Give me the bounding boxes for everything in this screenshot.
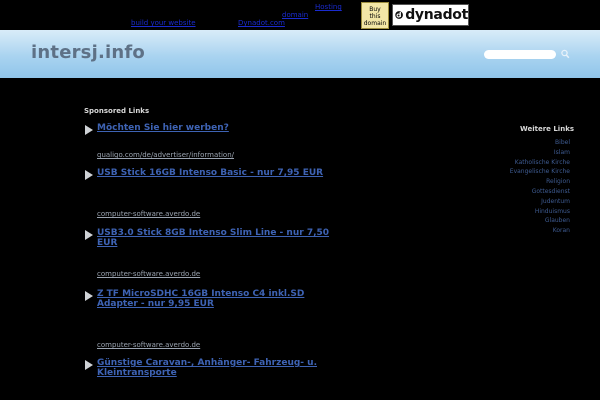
related-link[interactable]: Islam	[510, 148, 570, 158]
ad-title-link[interactable]: USB3.0 Stick 8GB Intenso Slim Line - nur…	[97, 228, 347, 248]
related-link[interactable]: Gottesdienst	[510, 187, 570, 197]
related-link[interactable]: Judentum	[510, 197, 570, 207]
related-link[interactable]: Bibel	[510, 138, 570, 148]
related-link[interactable]: Glauben	[510, 216, 570, 226]
top-bar: Hosting domain build your website Dynado…	[0, 0, 600, 30]
ad-url-link[interactable]: qualigo.com/de/advertiser/information/	[97, 151, 234, 159]
site-title: intersj.info	[31, 42, 145, 63]
dynadot-logo-icon	[395, 11, 403, 19]
ad-item: Z TF MicroSDHC 16GB Intenso C4 inkl.SD A…	[84, 289, 354, 351]
ad-item: Günstige Caravan-, Anhänger- Fahrzeug- u…	[84, 358, 354, 398]
ad-title-link[interactable]: Günstige Caravan-, Anhänger- Fahrzeug- u…	[97, 358, 347, 378]
arrow-icon	[85, 360, 93, 370]
related-links-list: Bibel Islam Katholische Kirche Evangelis…	[510, 138, 570, 236]
ad-item: USB3.0 Stick 8GB Intenso Slim Line - nur…	[84, 228, 354, 280]
ad-title-link[interactable]: Z TF MicroSDHC 16GB Intenso C4 inkl.SD A…	[97, 289, 347, 309]
build-website-link[interactable]: build your website	[131, 19, 196, 27]
arrow-icon	[85, 291, 93, 301]
ad-url-link[interactable]: computer-software.averdo.de	[97, 210, 200, 218]
related-link[interactable]: Hinduismus	[510, 207, 570, 217]
related-link[interactable]: Evangelische Kirche	[510, 167, 570, 177]
domain-link[interactable]: domain	[282, 11, 308, 19]
sponsored-links-heading: Sponsored Links	[84, 107, 150, 115]
weitere-links-heading: Weitere Links	[520, 125, 575, 133]
arrow-icon	[85, 230, 93, 240]
related-link[interactable]: Katholische Kirche	[510, 158, 570, 168]
buy-label-1: Buy	[369, 5, 381, 13]
arrow-icon	[85, 170, 93, 180]
dynadot-logo[interactable]: dynadot	[392, 4, 469, 26]
ad-url-link[interactable]: computer-software.averdo.de	[97, 341, 200, 349]
ad-item: USB Stick 16GB Intenso Basic - nur 7,95 …	[84, 168, 354, 220]
ad-item: Möchten Sie hier werben? qualigo.com/de/…	[84, 123, 354, 163]
dynadot-link[interactable]: Dynadot.com	[238, 19, 285, 27]
buy-domain-button[interactable]: Buy this domain	[361, 2, 389, 29]
ad-url-link[interactable]: computer-software.averdo.de	[97, 270, 200, 278]
ad-title-link[interactable]: Möchten Sie hier werben?	[97, 123, 347, 133]
arrow-icon	[85, 125, 93, 135]
buy-label-2: this	[369, 12, 381, 20]
related-link[interactable]: Religion	[510, 177, 570, 187]
search-input[interactable]	[484, 50, 556, 59]
dynadot-brand-text: dynadot	[405, 7, 468, 23]
related-link[interactable]: Koran	[510, 226, 570, 236]
ad-title-link[interactable]: USB Stick 16GB Intenso Basic - nur 7,95 …	[97, 168, 347, 178]
buy-label-3: domain	[363, 19, 387, 27]
search-icon[interactable]	[560, 48, 570, 60]
hosting-link[interactable]: Hosting	[315, 3, 342, 11]
